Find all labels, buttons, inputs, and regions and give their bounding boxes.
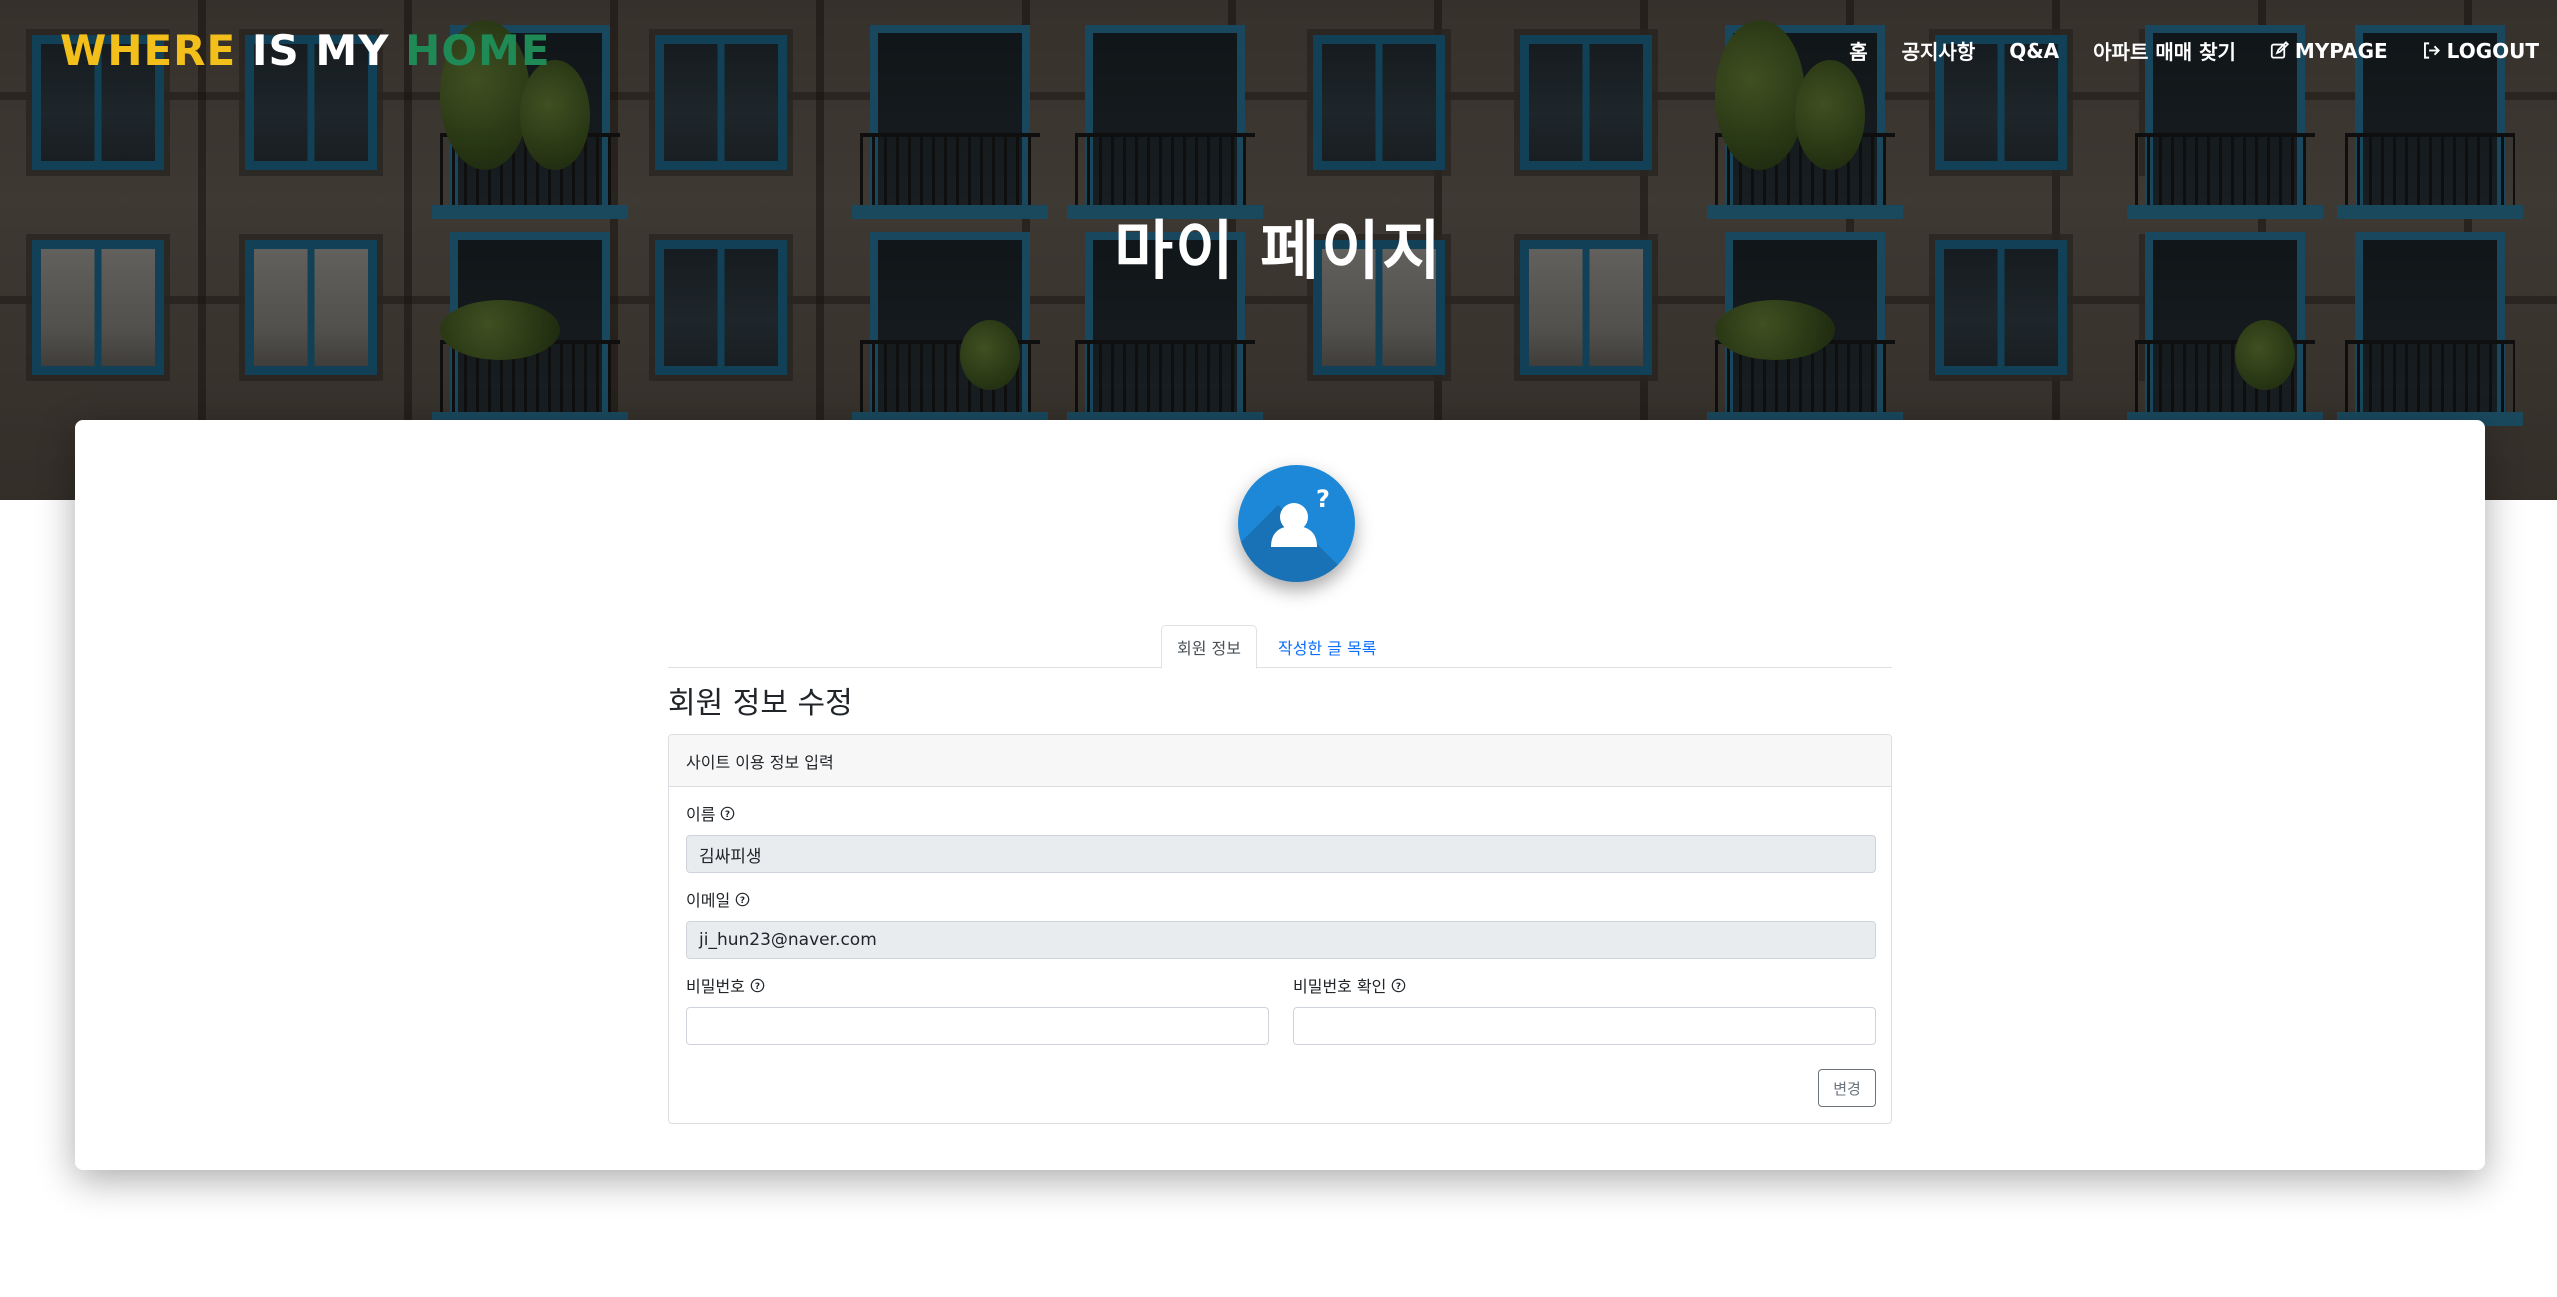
main-nav: 홈 공지사항 Q&A 아파트 매매 찾기 MYPAGE LOGOUT (1849, 36, 2539, 65)
tab-member-info-label: 회원 정보 (1177, 639, 1241, 658)
nav-mypage-label: MYPAGE (2294, 38, 2388, 63)
nav-home[interactable]: 홈 (1849, 36, 1867, 65)
nav-mypage[interactable]: MYPAGE (2270, 39, 2388, 63)
help-icon[interactable]: ? (1391, 978, 1406, 993)
mypage-tabs: 회원 정보 작성한 글 목록 (668, 625, 1892, 669)
logout-icon (2423, 42, 2440, 59)
name-value: 김싸피생 (699, 846, 762, 867)
svg-text:?: ? (1316, 485, 1330, 513)
edit-icon (2270, 41, 2289, 59)
brand-part-1: WHERE (60, 26, 237, 75)
brand-part-2: IS MY (251, 26, 390, 75)
password-confirm-label-text: 비밀번호 확인 (1293, 977, 1387, 996)
email-value: ji_hun23@naver.com (699, 930, 877, 950)
tab-my-posts[interactable]: 작성한 글 목록 (1263, 625, 1392, 668)
help-icon[interactable]: ? (750, 978, 765, 993)
name-field: 김싸피생 (686, 835, 1876, 873)
nav-apartment-search-label: 아파트 매매 찾기 (2093, 40, 2236, 64)
email-label-text: 이메일 (686, 891, 731, 910)
svg-text:?: ? (1396, 981, 1401, 991)
panel-header: 사이트 이용 정보 입력 (669, 735, 1891, 787)
nav-qna-label: Q&A (2009, 38, 2060, 63)
profile-avatar: ? (1238, 465, 1355, 582)
brand-logo[interactable]: WHERE IS MY HOME (60, 26, 551, 75)
svg-text:?: ? (755, 981, 760, 991)
form-title: 회원 정보 수정 (668, 686, 853, 721)
svg-text:?: ? (740, 895, 745, 905)
tab-my-posts-label: 작성한 글 목록 (1278, 638, 1377, 658)
nav-logout[interactable]: LOGOUT (2422, 39, 2539, 63)
nav-logout-label: LOGOUT (2446, 38, 2539, 63)
password-input[interactable] (686, 1007, 1269, 1045)
name-label-text: 이름 (686, 805, 716, 824)
unknown-user-icon: ? (1271, 485, 1330, 547)
name-label: 이름 ? (686, 801, 735, 825)
page-title: 마이 페이지 (1114, 215, 1443, 289)
nav-notice[interactable]: 공지사항 (1902, 36, 1976, 65)
password-confirm-label: 비밀번호 확인 ? (1293, 973, 1406, 997)
nav-notice-label: 공지사항 (1901, 40, 1976, 64)
change-button[interactable]: 변경 (1818, 1069, 1876, 1107)
help-icon[interactable]: ? (735, 892, 750, 907)
nav-qna[interactable]: Q&A (2009, 39, 2059, 63)
password-label-text: 비밀번호 (686, 977, 745, 996)
tab-member-info[interactable]: 회원 정보 (1161, 625, 1257, 669)
panel-header-label: 사이트 이용 정보 입력 (686, 752, 834, 772)
nav-home-label: 홈 (1849, 40, 1868, 64)
nav-apartment-search[interactable]: 아파트 매매 찾기 (2093, 36, 2236, 65)
brand-part-3: HOME (405, 26, 551, 75)
password-label: 비밀번호 ? (686, 973, 765, 997)
password-confirm-input[interactable] (1293, 1007, 1876, 1045)
member-info-form: 사이트 이용 정보 입력 이름 ? 김싸피생 이메일 ? ji_hun23@na… (668, 734, 1892, 1124)
email-label: 이메일 ? (686, 887, 750, 911)
help-icon[interactable]: ? (720, 806, 735, 821)
email-field: ji_hun23@naver.com (686, 921, 1876, 959)
svg-text:?: ? (725, 809, 730, 819)
